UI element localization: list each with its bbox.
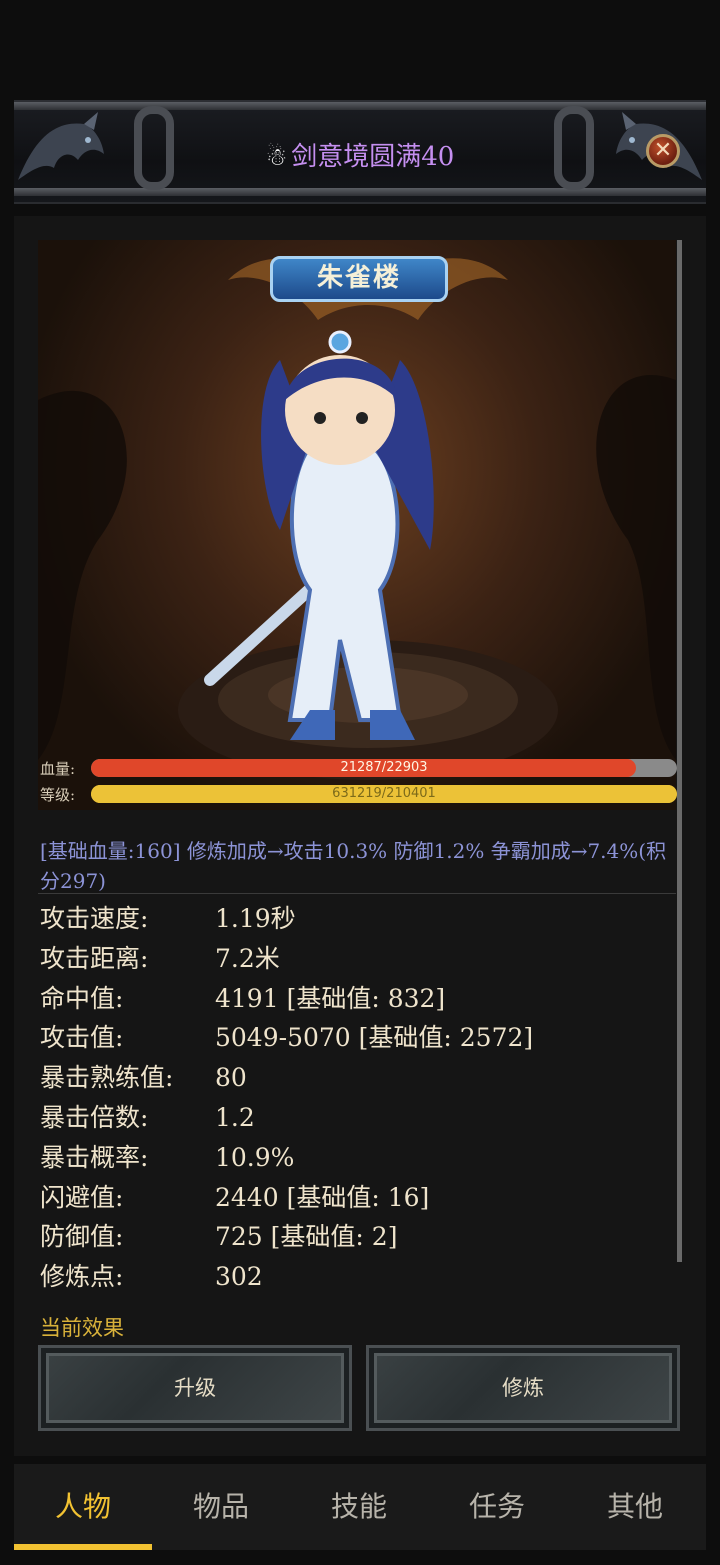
stats-list: 攻击速度: 1.19秒 攻击距离: 7.2米 命中值: 4191 [基础值: 832]…	[40, 899, 670, 1297]
divider	[38, 893, 676, 894]
stat-label: 修炼点:	[40, 1262, 124, 1292]
stat-row-crit-chance: 暴击概率: 10.9%	[40, 1138, 670, 1178]
stat-value: 4191 [基础值: 832]	[215, 983, 446, 1013]
bottom-tab-bar: 人物 物品 技能 任务 其他	[14, 1464, 706, 1550]
stat-row-crit-mastery: 暴击熟练值: 80	[40, 1058, 670, 1098]
stat-value: 80	[215, 1063, 247, 1093]
exp-bar: 631219/210401	[91, 785, 677, 803]
stat-label: 暴击熟练值:	[40, 1063, 174, 1093]
stat-row-cultivation-points: 修炼点: 302	[40, 1257, 670, 1297]
tab-other[interactable]: 其他	[566, 1464, 704, 1550]
header-frame-top	[14, 102, 706, 110]
stat-label: 暴击倍数:	[40, 1102, 149, 1132]
hp-bar: 21287/22903	[91, 759, 677, 777]
stat-row-attack: 攻击值: 5049-5070 [基础值: 2572]	[40, 1018, 670, 1058]
hp-bar-text: 21287/22903	[340, 760, 428, 775]
stat-value: 2440 [基础值: 16]	[215, 1182, 430, 1212]
cultivate-button[interactable]: 修炼	[366, 1345, 680, 1431]
stat-label: 命中值:	[40, 983, 124, 1013]
stat-value: 725 [基础值: 2]	[215, 1222, 398, 1252]
stat-value: 302	[215, 1262, 263, 1292]
stat-value: 1.2	[215, 1102, 255, 1132]
stat-row-attack-speed: 攻击速度: 1.19秒	[40, 899, 670, 939]
stat-label: 防御值:	[40, 1222, 124, 1252]
upgrade-button[interactable]: 升级	[38, 1345, 352, 1431]
stat-label: 闪避值:	[40, 1182, 124, 1212]
stat-label: 攻击速度:	[40, 904, 149, 933]
close-icon: ✕	[653, 138, 673, 163]
stat-value: 7.2米	[215, 943, 280, 973]
window-header: ☃ 剑意境圆满40 ✕	[14, 100, 706, 204]
panel-scrollbar[interactable]	[677, 240, 682, 1262]
stat-value: 5049-5070 [基础值: 2572]	[215, 1023, 534, 1053]
level-label: 等级:	[40, 786, 76, 804]
stat-value: 1.19秒	[215, 904, 296, 933]
snowman-icon: ☃	[265, 143, 288, 171]
hero-character-sprite	[204, 330, 434, 740]
window-title-text: 剑意境圆满40	[291, 142, 455, 172]
location-badge: 朱雀楼	[270, 256, 448, 302]
stat-label: 攻击距离:	[40, 943, 149, 973]
close-button[interactable]: ✕	[646, 134, 680, 168]
active-tab-indicator	[14, 1544, 152, 1550]
stat-row-defense: 防御值: 725 [基础值: 2]	[40, 1217, 670, 1257]
header-frame-bottom	[14, 188, 706, 196]
bonus-description: [基础血量:160] 修炼加成→攻击10.3% 防御1.2% 争霸加成→7.4%…	[40, 839, 667, 893]
exp-bar-text: 631219/210401	[332, 786, 436, 801]
stat-label: 暴击概率:	[40, 1142, 149, 1172]
tab-character[interactable]: 人物	[14, 1464, 152, 1550]
window-title: ☃ 剑意境圆满40	[14, 136, 706, 173]
current-effect-link[interactable]: 当前效果	[40, 1312, 124, 1342]
stat-row-dodge: 闪避值: 2440 [基础值: 16]	[40, 1178, 670, 1218]
hp-label: 血量:	[40, 760, 76, 778]
stat-row-hit: 命中值: 4191 [基础值: 832]	[40, 979, 670, 1019]
tab-quests[interactable]: 任务	[428, 1464, 566, 1550]
stat-label: 攻击值:	[40, 1023, 124, 1053]
stat-value: 10.9%	[215, 1142, 295, 1172]
tab-skills[interactable]: 技能	[290, 1464, 428, 1550]
stat-row-attack-range: 攻击距离: 7.2米	[40, 939, 670, 979]
stat-row-crit-multiplier: 暴击倍数: 1.2	[40, 1098, 670, 1138]
tab-items[interactable]: 物品	[152, 1464, 290, 1550]
